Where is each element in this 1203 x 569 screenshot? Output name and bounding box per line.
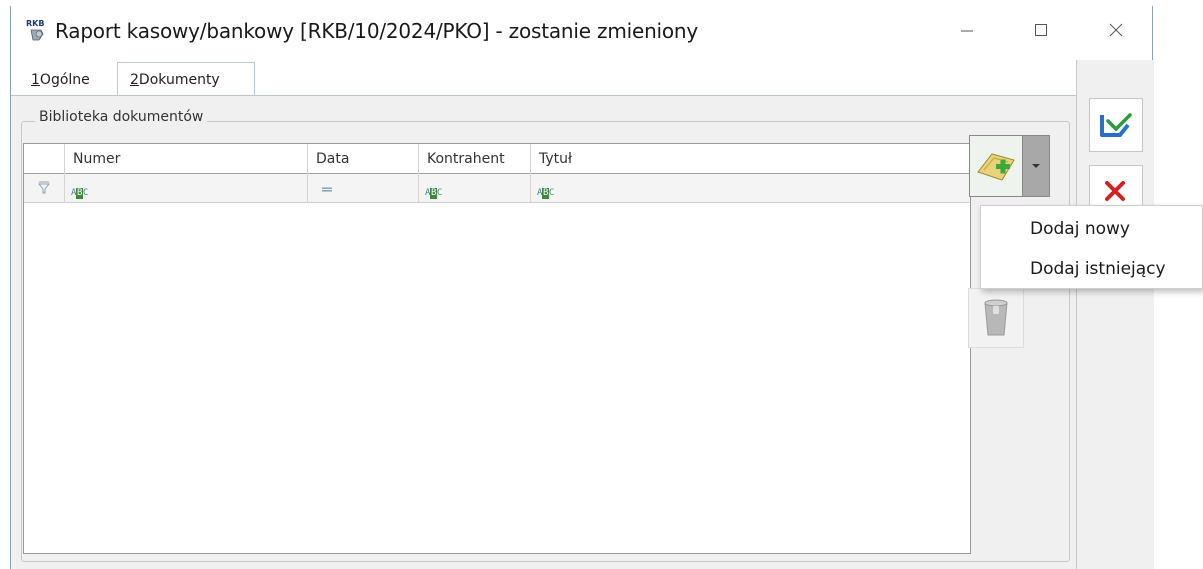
equals-filter-icon: ═ xyxy=(322,180,332,199)
abc-text-filter-icon: ABC xyxy=(71,188,88,199)
filter-tytul[interactable]: ABC xyxy=(531,174,972,203)
add-document-button[interactable] xyxy=(969,135,1023,197)
tab-ogolne[interactable]: 1 Ogólne xyxy=(19,64,109,96)
add-dropdown-arrow[interactable] xyxy=(1022,135,1050,197)
column-header-data[interactable]: Data xyxy=(308,144,419,174)
tab-ogolne-label: Ogólne xyxy=(39,72,90,88)
row-selector-header[interactable] xyxy=(24,144,65,174)
column-header-tytul[interactable]: Tytuł xyxy=(531,144,972,174)
maximize-icon xyxy=(1035,24,1047,36)
tab-strip: 1 Ogólne 2 Dokumenty xyxy=(11,60,1076,96)
column-header-kontrahent[interactable]: Kontrahent xyxy=(419,144,531,174)
tab-dokumenty[interactable]: 2 Dokumenty xyxy=(117,62,255,96)
close-icon xyxy=(1109,23,1123,37)
documents-tab-panel: Biblioteka dokumentów Numer Data Kontrah… xyxy=(11,95,1076,569)
menu-item-add-new[interactable]: Dodaj nowy xyxy=(981,210,1202,248)
filter-kontrahent[interactable]: ABC xyxy=(419,174,531,203)
action-side-panel xyxy=(1076,60,1154,569)
grid-header: Numer Data Kontrahent Tytuł xyxy=(24,144,970,174)
trash-icon xyxy=(984,299,1008,336)
window-title: Raport kasowy/bankowy [RKB/10/2024/PKO] … xyxy=(55,19,699,43)
documents-grid[interactable]: Numer Data Kontrahent Tytuł ABC ═ ABC AB… xyxy=(23,143,971,554)
chevron-down-icon xyxy=(1032,164,1040,168)
save-button[interactable] xyxy=(1089,98,1143,152)
app-icon: RKB xyxy=(25,18,51,42)
add-dropdown-menu: Dodaj nowy Dodaj istniejący xyxy=(980,205,1203,289)
minimize-icon xyxy=(961,30,973,32)
tab-dokumenty-label: Dokumenty xyxy=(138,71,220,88)
app-icon-label: RKB xyxy=(26,19,44,28)
grid-filter-row: ABC ═ ABC ABC xyxy=(24,174,970,203)
abc-text-filter-icon: ABC xyxy=(425,188,442,199)
save-icon xyxy=(1100,113,1132,137)
abc-text-filter-icon: ABC xyxy=(537,188,554,199)
menu-item-add-existing[interactable]: Dodaj istniejący xyxy=(981,250,1202,288)
group-label: Biblioteka dokumentów xyxy=(35,109,208,125)
tab-ogolne-key: 1 xyxy=(31,72,40,88)
maximize-button[interactable] xyxy=(1018,12,1064,48)
title-bar: RKB Raport kasowy/bankowy [RKB/10/2024/P… xyxy=(11,6,1152,60)
minimize-button[interactable] xyxy=(944,12,990,48)
filter-numer[interactable]: ABC xyxy=(65,174,308,203)
filter-data[interactable]: ═ xyxy=(308,174,419,203)
tab-dokumenty-key: 2 xyxy=(130,71,139,88)
column-header-numer[interactable]: Numer xyxy=(65,144,308,174)
close-button[interactable] xyxy=(1093,12,1139,48)
delete-document-button[interactable] xyxy=(968,288,1024,348)
filter-icon[interactable] xyxy=(24,174,65,203)
add-document-icon xyxy=(977,153,1015,181)
